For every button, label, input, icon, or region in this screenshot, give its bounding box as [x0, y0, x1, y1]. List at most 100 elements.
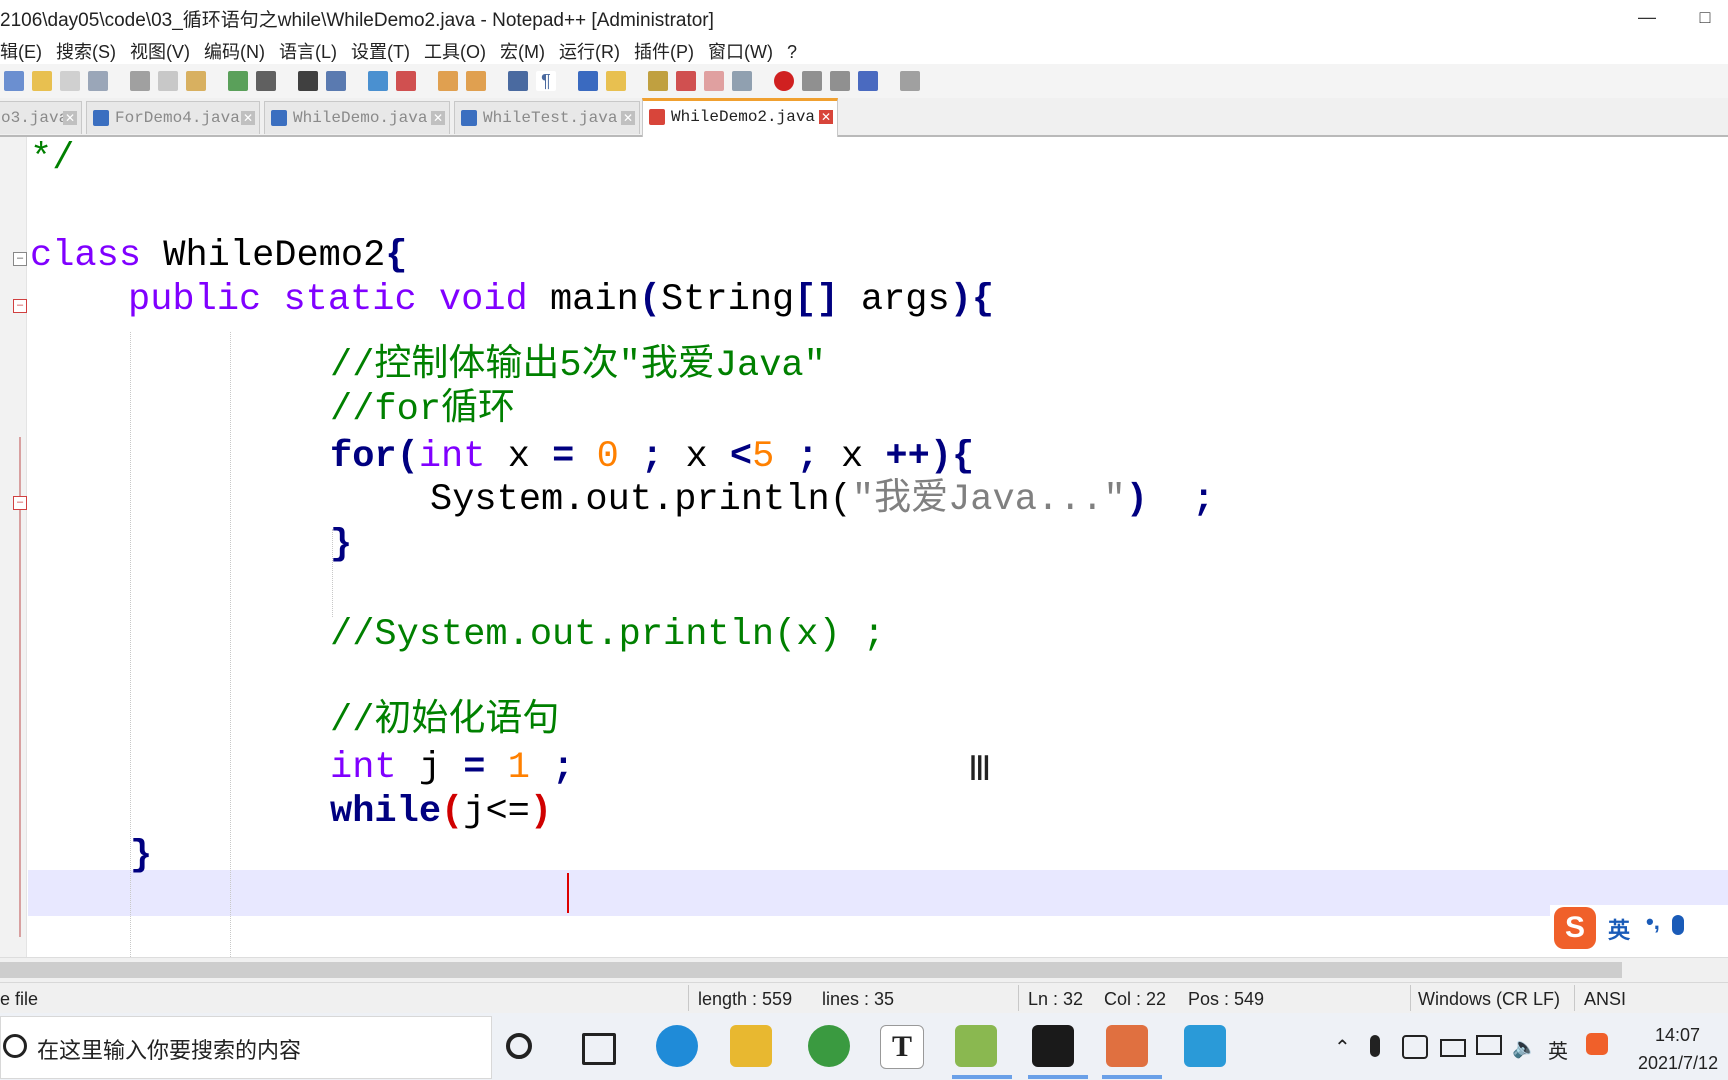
menu-language[interactable]: 语言(L) [279, 34, 351, 64]
find-icon[interactable] [298, 71, 318, 91]
sogou-logo-icon[interactable]: S [1554, 907, 1596, 949]
menu-settings[interactable]: 设置(T) [351, 34, 424, 64]
people-app-icon[interactable] [1106, 1025, 1148, 1067]
operator: ) [529, 791, 553, 833]
operator: ++ [885, 436, 930, 478]
play-macro-icon[interactable] [830, 71, 850, 91]
ime-punctuation[interactable]: •, [1646, 909, 1660, 935]
menu-edit[interactable]: 辑(E) [0, 34, 56, 64]
sogou-tray-icon[interactable] [1586, 1033, 1608, 1055]
close-icon[interactable]: ✕ [241, 111, 255, 125]
close-icon[interactable]: ✕ [819, 110, 833, 124]
fold-collapse-icon[interactable]: – [13, 496, 27, 510]
doc-map-icon[interactable] [648, 71, 668, 91]
copy-icon[interactable] [158, 71, 178, 91]
task-view-icon[interactable] [582, 1033, 616, 1065]
zoom-out-icon[interactable] [396, 71, 416, 91]
record-macro-icon[interactable] [774, 71, 794, 91]
replace-icon[interactable] [326, 71, 346, 91]
close-icon[interactable]: ✕ [621, 111, 635, 125]
menu-view[interactable]: 视图(V) [130, 34, 204, 64]
keyword: class [30, 235, 142, 277]
udl-icon[interactable] [606, 71, 626, 91]
fold-collapse-icon[interactable]: – [13, 299, 27, 313]
redo-icon[interactable] [256, 71, 276, 91]
menu-search[interactable]: 搜索(S) [56, 34, 130, 64]
menu-plugins[interactable]: 插件(P) [634, 34, 708, 64]
clock-time[interactable]: 14:07 [1655, 1025, 1700, 1046]
save-all-icon[interactable] [88, 71, 108, 91]
network-icon[interactable] [1476, 1035, 1502, 1055]
sync-v-icon[interactable] [438, 71, 458, 91]
tab-whiledemo[interactable]: WhileDemo.java ✕ [264, 101, 450, 134]
show-hidden-icons-icon[interactable]: ⌃ [1334, 1035, 1351, 1060]
cortana-icon[interactable] [506, 1033, 532, 1059]
maximize-button[interactable]: □ [1682, 2, 1728, 32]
volume-icon[interactable]: 🔈 [1512, 1035, 1537, 1060]
file-explorer-icon[interactable] [730, 1025, 772, 1067]
indent-guide-icon[interactable] [578, 71, 598, 91]
word-wrap-icon[interactable] [508, 71, 528, 91]
tab-label: o3.java [1, 109, 69, 127]
microphone-icon[interactable] [1672, 915, 1684, 935]
zoom-in-icon[interactable] [368, 71, 388, 91]
code-line: class WhileDemo2{ [30, 234, 408, 278]
minimize-button[interactable]: — [1624, 2, 1670, 32]
typora-icon[interactable]: T [880, 1025, 924, 1069]
code-editor[interactable]: – – – */ class WhileDemo2{ public static… [0, 137, 1728, 957]
vscode-icon[interactable] [1184, 1025, 1226, 1067]
code-line: public static void main(String[] args){ [128, 278, 994, 322]
battery-icon[interactable] [1440, 1039, 1466, 1057]
window-title: 2106\day05\code\03_循环语句之while\WhileDemo2… [0, 10, 714, 31]
menu-macro[interactable]: 宏(M) [500, 34, 559, 64]
sync-icon[interactable] [1402, 1035, 1428, 1059]
tab-fordemo4[interactable]: ForDemo4.java ✕ [86, 101, 260, 134]
open-file-icon[interactable] [32, 71, 52, 91]
menu-encoding[interactable]: 编码(N) [204, 34, 279, 64]
clock-date[interactable]: 2021/7/12 [1638, 1053, 1718, 1074]
scrollbar-thumb[interactable] [0, 962, 1622, 978]
folder-workspace-icon[interactable] [704, 71, 724, 91]
microphone-tray-icon[interactable] [1370, 1035, 1380, 1057]
brace: { [385, 235, 408, 277]
show-all-chars-icon[interactable]: ¶ [536, 71, 556, 91]
terminal-icon[interactable] [1032, 1025, 1074, 1067]
cut-icon[interactable] [130, 71, 150, 91]
notepadpp-icon[interactable] [955, 1025, 997, 1067]
edge-browser-icon[interactable] [656, 1025, 698, 1067]
undo-icon[interactable] [228, 71, 248, 91]
ime-toolbar[interactable]: S 英 •, [1550, 905, 1728, 951]
tab-whiledemo2[interactable]: WhileDemo2.java ✕ [642, 98, 838, 137]
status-bar: e file length : 559 lines : 35 Ln : 32 C… [0, 982, 1728, 1013]
paste-icon[interactable] [186, 71, 206, 91]
run-macro-multiple-icon[interactable] [858, 71, 878, 91]
save-icon[interactable] [60, 71, 80, 91]
menu-run[interactable]: 运行(R) [559, 34, 634, 64]
input-language[interactable]: 英 [1548, 1035, 1568, 1064]
horizontal-scrollbar[interactable] [0, 957, 1728, 982]
tab-whiletest[interactable]: WhileTest.java ✕ [454, 101, 640, 134]
fold-collapse-icon[interactable]: – [13, 252, 27, 266]
taskbar-search-box[interactable]: 在这里输入你要搜索的内容 [0, 1016, 492, 1079]
tab-file-1[interactable]: o3.java ✕ [0, 101, 82, 134]
ime-language[interactable]: 英 [1608, 913, 1630, 945]
close-icon[interactable]: ✕ [431, 111, 445, 125]
new-file-icon[interactable] [4, 71, 24, 91]
sync-h-icon[interactable] [466, 71, 486, 91]
function-list-icon[interactable] [676, 71, 696, 91]
stop-macro-icon[interactable] [802, 71, 822, 91]
toolbar: ¶ [0, 64, 1728, 99]
close-icon[interactable]: ✕ [63, 111, 77, 125]
menu-tools[interactable]: 工具(O) [424, 34, 500, 64]
status-encoding[interactable]: ANSI [1584, 989, 1626, 1010]
status-eol[interactable]: Windows (CR LF) [1418, 989, 1560, 1010]
monitoring-icon[interactable] [732, 71, 752, 91]
chrome-icon[interactable] [808, 1025, 850, 1067]
keyword: int [330, 747, 397, 789]
save-macro-icon[interactable] [900, 71, 920, 91]
menu-window[interactable]: 窗口(W) [708, 34, 787, 64]
operator: ){ [949, 279, 995, 321]
status-length: length : 559 [698, 989, 793, 1009]
keyword: for [330, 436, 397, 478]
menu-help[interactable]: ? [787, 38, 811, 63]
